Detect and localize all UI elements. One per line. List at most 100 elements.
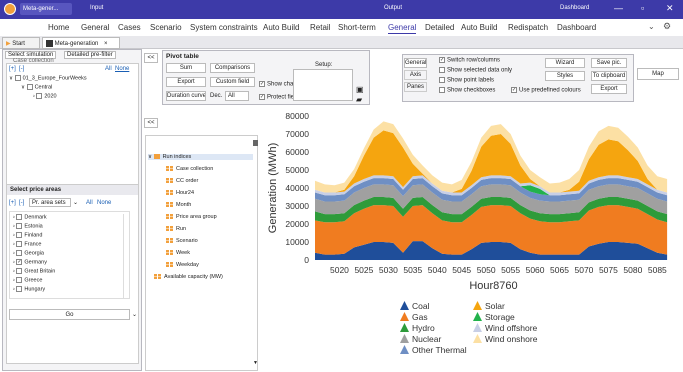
checkbox[interactable] <box>439 67 445 73</box>
tab-auto-build-input[interactable]: Auto Build <box>263 23 299 32</box>
tree-node-2020[interactable]: › 2020 <box>33 93 57 99</box>
collapse-fields-button[interactable]: << <box>144 118 158 128</box>
tab-home[interactable]: Home <box>48 23 69 32</box>
save-icon[interactable]: ▣ <box>356 85 364 94</box>
list-item[interactable]: › France <box>13 241 42 247</box>
checkbox[interactable] <box>439 77 445 83</box>
doc-tab-meta-generation[interactable]: Meta-generation × <box>42 37 120 49</box>
grid-view-icon[interactable] <box>253 140 258 146</box>
dec-select[interactable]: All <box>225 91 249 101</box>
select-all-link[interactable]: All <box>105 66 112 72</box>
subtab-detailed-prefilter[interactable]: Detailed pre-filter <box>64 51 116 59</box>
list-item[interactable]: › Finland <box>13 232 42 238</box>
field-item[interactable]: Run <box>166 226 186 232</box>
map-button[interactable]: Map <box>637 68 679 80</box>
chevron-right-icon[interactable]: › <box>33 93 35 99</box>
checkbox[interactable] <box>16 241 23 247</box>
field-item[interactable]: Available capacity (MW) <box>154 274 223 280</box>
sum-select[interactable]: Sum <box>166 63 206 73</box>
tab-auto-build-output[interactable]: Auto Build <box>461 23 497 32</box>
collapse-all-link[interactable]: [-] <box>19 66 24 72</box>
select-none-link[interactable]: None <box>115 66 129 72</box>
custom-field-button[interactable]: Custom field <box>210 77 255 87</box>
expand-all-link[interactable]: [+] <box>9 200 16 206</box>
checkbox[interactable] <box>16 277 23 283</box>
field-item[interactable]: CC order <box>166 178 198 184</box>
tree-node-central[interactable]: ∨ Central <box>21 84 52 90</box>
price-area-sets-select[interactable]: Pr. area sets <box>29 198 71 207</box>
styles-select[interactable]: Styles <box>545 71 585 81</box>
checked-checkbox[interactable]: ✓ <box>259 81 265 87</box>
app-title[interactable]: Meta-gener... <box>20 3 72 15</box>
tab-options-axis[interactable]: Axis <box>404 70 427 80</box>
tab-options-general[interactable]: General <box>404 58 427 68</box>
list-item[interactable]: › Denmark <box>13 214 47 220</box>
field-item[interactable]: Price area group <box>166 214 217 220</box>
checkbox[interactable] <box>36 93 43 99</box>
chevron-down-icon[interactable]: ∨ <box>148 154 152 160</box>
checked-checkbox[interactable]: ✓ <box>259 94 265 100</box>
export-select[interactable]: Export <box>166 77 206 87</box>
chevron-down-icon[interactable]: ⌄ <box>132 311 137 318</box>
export-chart-button[interactable]: Export <box>591 84 627 94</box>
close-tab-icon[interactable]: × <box>104 41 108 47</box>
close-button[interactable]: ✕ <box>666 3 674 14</box>
checkbox[interactable] <box>16 223 23 229</box>
select-none-link[interactable]: None <box>97 200 111 206</box>
list-item[interactable]: › Hungary <box>13 286 45 292</box>
tab-options-panes[interactable]: Panes <box>404 82 427 92</box>
tab-retail[interactable]: Retail <box>310 23 330 32</box>
tree-node-case[interactable]: ∨ 01_3_Europe_FourWeeks <box>9 75 87 81</box>
field-item[interactable]: Month <box>166 202 191 208</box>
checked-checkbox[interactable]: ✓ <box>511 87 517 93</box>
go-button[interactable]: Go <box>9 309 130 320</box>
collapse-all-link[interactable]: [-] <box>19 200 24 206</box>
checkbox[interactable] <box>16 214 23 220</box>
checkbox[interactable] <box>439 87 445 93</box>
tab-general[interactable]: General <box>81 23 109 32</box>
checkbox[interactable] <box>16 250 23 256</box>
tree-node-run-indices[interactable]: ∨ Run indices <box>148 154 253 160</box>
wizard-button[interactable]: Wizard <box>545 58 585 68</box>
expand-all-link[interactable]: [+] <box>9 66 16 72</box>
checkbox[interactable] <box>26 84 33 90</box>
tab-general-output[interactable]: General <box>388 23 417 34</box>
settings-icon[interactable]: ⚙ <box>663 21 671 32</box>
tab-scenario[interactable]: Scenario <box>150 23 182 32</box>
setup-list[interactable] <box>293 69 353 101</box>
show-point-labels-toggle[interactable]: Show point labels <box>439 77 494 84</box>
show-selected-toggle[interactable]: Show selected data only <box>439 67 512 74</box>
scrollbar[interactable] <box>123 214 129 298</box>
chevron-down-icon[interactable]: ⌄ <box>73 199 78 206</box>
collapse-left-button[interactable]: << <box>144 53 158 63</box>
list-item[interactable]: › Georgia <box>13 250 44 256</box>
switch-row-columns-toggle[interactable]: ✓ Switch row/columns <box>439 57 500 64</box>
field-item[interactable]: Hour24 <box>166 190 194 196</box>
checkbox[interactable] <box>16 232 23 238</box>
tab-cases[interactable]: Cases <box>118 23 141 32</box>
chevron-down-icon[interactable]: ∨ <box>9 75 13 81</box>
comparisons-select[interactable]: Comparisons <box>210 63 255 73</box>
tab-dashboard[interactable]: Dashboard <box>557 23 596 32</box>
tab-system-constraints[interactable]: System constraints <box>190 23 258 32</box>
tab-redispatch[interactable]: Redispatch <box>508 23 548 32</box>
list-item[interactable]: › Greece <box>13 277 42 283</box>
duration-curve-button[interactable]: Duration curve <box>166 91 206 101</box>
ribbon-collapse-icon[interactable]: ⌄ <box>648 22 655 31</box>
checked-checkbox[interactable]: ✓ <box>16 259 23 265</box>
field-item[interactable]: Case collection <box>166 166 213 172</box>
folder-open-icon[interactable]: ▰ <box>356 95 362 104</box>
maximize-button[interactable]: ▫ <box>641 3 644 13</box>
save-pic-button[interactable]: Save pic. <box>591 58 627 68</box>
list-item[interactable]: › Estonia <box>13 223 43 229</box>
field-item[interactable]: Weekday <box>166 262 199 268</box>
list-item[interactable]: › Great Britain <box>13 268 55 274</box>
checkbox[interactable] <box>14 75 21 81</box>
tab-detailed[interactable]: Detailed <box>425 23 454 32</box>
doc-tab-start[interactable]: ▶ Start <box>2 37 40 49</box>
show-chart-toggle[interactable]: ✓ Show chart <box>259 81 297 88</box>
scroll-down-icon[interactable]: ▼ <box>253 360 258 366</box>
list-item[interactable]: › ✓ Germany <box>13 259 47 265</box>
predefined-colours-toggle[interactable]: ✓ Use predefined colours <box>511 87 581 94</box>
chevron-down-icon[interactable]: ∨ <box>21 84 25 90</box>
